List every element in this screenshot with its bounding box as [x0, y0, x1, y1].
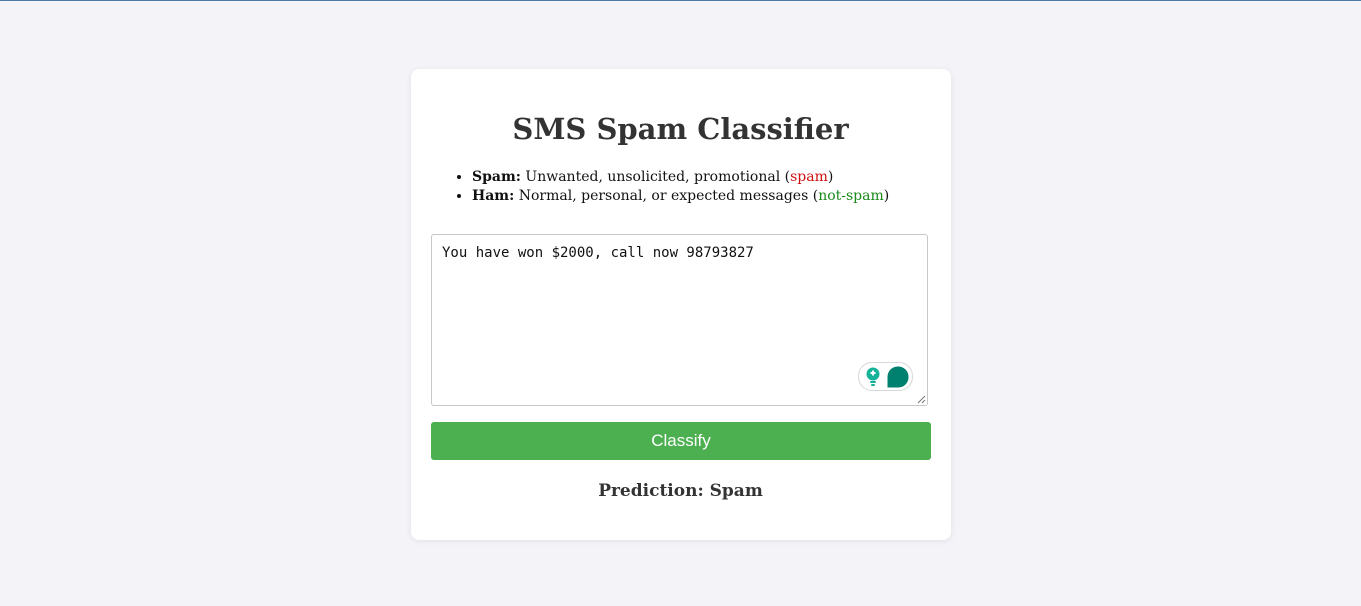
legend-close-ham: ): [883, 188, 890, 204]
writing-assistant-widget[interactable]: [858, 362, 913, 391]
legend-item-spam: Spam: Unwanted, unsolicited, promotional…: [472, 168, 889, 187]
ham-tag: not-spam: [818, 188, 884, 204]
chat-bubble-icon[interactable]: [886, 365, 910, 389]
spam-tag: spam: [790, 169, 828, 185]
resize-handle-icon[interactable]: [916, 394, 926, 404]
top-border-line: [0, 0, 1361, 1]
legend-desc-spam: Unwanted, unsolicited, promotional (: [520, 169, 791, 185]
lightbulb-icon[interactable]: [864, 367, 882, 387]
message-input[interactable]: You have won $2000, call now 98793827: [431, 234, 928, 406]
legend-term-ham: Ham:: [472, 188, 515, 204]
legend-item-ham: Ham: Normal, personal, or expected messa…: [472, 187, 889, 206]
legend-term-spam: Spam:: [472, 169, 521, 185]
prediction-result: Prediction: Spam: [598, 481, 763, 501]
page-title: SMS Spam Classifier: [512, 112, 849, 146]
legend-desc-ham: Normal, personal, or expected messages (: [514, 188, 819, 204]
classify-button[interactable]: Classify: [431, 422, 931, 460]
legend-close-spam: ): [827, 169, 834, 185]
class-legend: Spam: Unwanted, unsolicited, promotional…: [453, 168, 889, 206]
